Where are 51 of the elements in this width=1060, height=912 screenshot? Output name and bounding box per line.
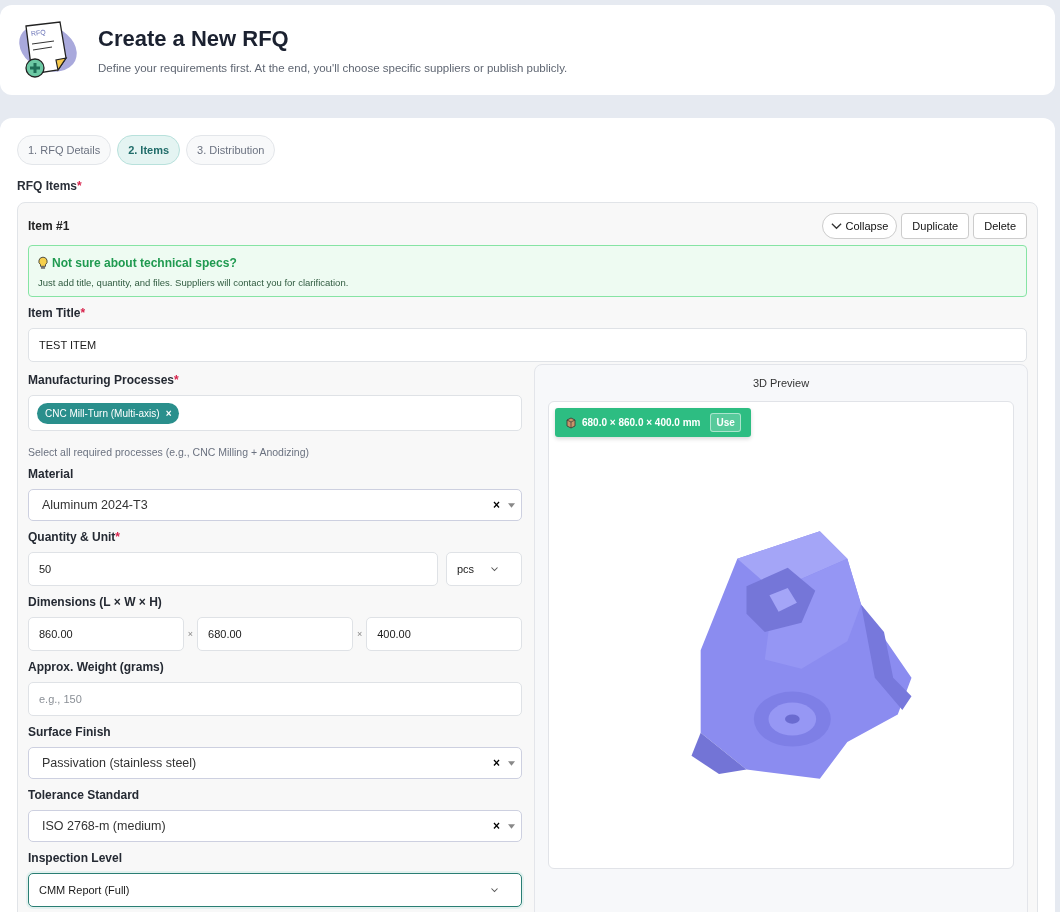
item-title: Item #1: [28, 219, 70, 233]
preview-title: 3D Preview: [751, 377, 811, 389]
field-label: Manufacturing Processes*: [28, 373, 180, 387]
step-tab[interactable]: 3. Distribution: [186, 135, 276, 165]
field-label: Surface Finish: [28, 725, 112, 739]
page-subtitle: Define your requirements first. At the end, you'll choose specific suppliers or publish publicly.: [98, 62, 568, 74]
inspection-select[interactable]: CMM Report (Full): [28, 873, 522, 907]
collapse-button[interactable]: Collapse: [821, 213, 898, 239]
clear-icon[interactable]: ×: [493, 756, 500, 770]
dimensions-text: 680.0 × 860.0 × 400.0 mm: [582, 417, 701, 428]
unit-select[interactable]: pcs: [446, 552, 522, 586]
field-label: Approx. Weight (grams): [28, 660, 165, 674]
select-field[interactable]: Passivation (stainless steel) ×: [28, 747, 522, 779]
quantity-field[interactable]: 50: [28, 552, 438, 586]
dimension-field[interactable]: 680.00: [197, 617, 353, 651]
dimension-field[interactable]: 400.00: [366, 617, 522, 651]
times-sign: ×: [356, 629, 363, 639]
item-action-button[interactable]: Delete: [973, 213, 1027, 239]
field-label: Material: [28, 467, 75, 481]
chevron-down-icon: [490, 566, 499, 572]
times-sign: ×: [187, 629, 194, 639]
box-icon: [565, 416, 577, 429]
dropdown-arrow-icon: [508, 760, 515, 766]
dimension-field[interactable]: 860.00: [28, 617, 184, 651]
weight-field[interactable]: e.g., 150: [28, 682, 522, 716]
help-text: Select all required processes (e.g., CNC Milling + Anodizing): [28, 446, 310, 458]
clear-icon[interactable]: ×: [493, 819, 500, 833]
field-label: Tolerance Standard: [28, 788, 141, 802]
lightbulb-icon: [38, 256, 48, 270]
chevron-down-icon: [490, 887, 499, 893]
process-chip[interactable]: CNC Mill-Turn (Multi-axis) ×: [37, 402, 180, 424]
select-field[interactable]: ISO 2768-m (medium) ×: [28, 810, 522, 842]
step-tab[interactable]: 1. RFQ Details: [17, 135, 112, 165]
section-label: RFQ Items*: [17, 179, 83, 193]
select-field[interactable]: Aluminum 2024-T3 ×: [28, 489, 522, 521]
tip-text: Just add title, quantity, and files. Suppliers will contact you for clarification.: [38, 277, 350, 288]
chevron-down-icon: [830, 222, 842, 230]
clear-icon[interactable]: ×: [493, 498, 500, 512]
item-action-button[interactable]: Duplicate: [901, 213, 970, 239]
field-label: Inspection Level: [28, 851, 124, 865]
field-label: Dimensions (L × W × H): [28, 595, 163, 609]
item-title-field[interactable]: TEST ITEM: [28, 328, 1027, 362]
process-select-field[interactable]: CNC Mill-Turn (Multi-axis) ×: [28, 395, 522, 431]
remove-icon[interactable]: ×: [165, 407, 172, 419]
page-title: Create a New RFQ: [98, 26, 290, 52]
field-label: Item Title*: [28, 306, 87, 320]
field-label: Quantity & Unit*: [28, 530, 121, 544]
tip-title: Not sure about technical specs?: [52, 256, 237, 270]
dropdown-arrow-icon: [508, 502, 515, 508]
dropdown-arrow-icon: [508, 823, 515, 829]
step-tab[interactable]: 2. Items: [117, 135, 181, 165]
